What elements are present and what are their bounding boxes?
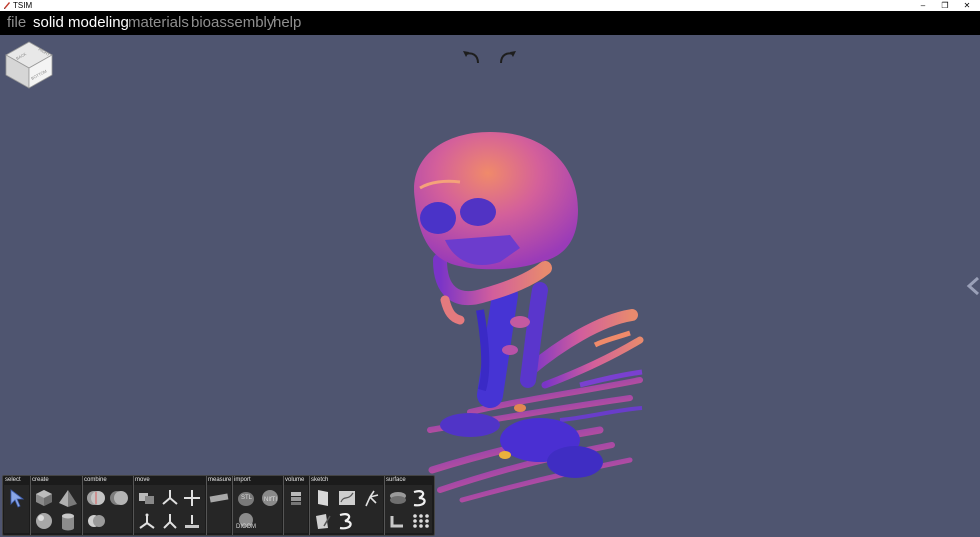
align-button[interactable] <box>181 510 203 532</box>
menu-bioassembly[interactable]: bioassembly <box>191 14 274 32</box>
dicom-label: DICOM <box>236 524 256 530</box>
scale-axes-icon <box>139 513 155 529</box>
skeleton-model <box>414 132 644 503</box>
tool-group-import: import STL NIfTI DICOM <box>232 476 284 535</box>
toolbox-panel: select create combine move measure impor… <box>2 475 435 536</box>
volume-button[interactable] <box>285 487 307 509</box>
menu-help[interactable]: help <box>273 14 301 32</box>
intersect-icon <box>110 491 128 505</box>
tool-group-create: create <box>30 476 83 535</box>
rotate-axes-icon <box>162 490 178 505</box>
group-label-volume: volume <box>285 477 305 483</box>
measure-button[interactable] <box>208 487 230 509</box>
select-tool-button[interactable] <box>6 487 28 509</box>
menu-file[interactable]: file <box>7 14 26 32</box>
volume-stack-icon <box>291 492 301 505</box>
move-objects-icon <box>139 493 154 504</box>
group-label-select: select <box>5 477 21 483</box>
undo-arrow-icon[interactable] <box>460 48 482 68</box>
create-pyramid-button[interactable] <box>57 487 79 509</box>
nifti-label: NIfTI <box>264 497 277 503</box>
loft-icon <box>390 492 406 504</box>
mirror-button[interactable] <box>159 510 181 532</box>
create-cylinder-button[interactable] <box>57 510 79 532</box>
tool-group-move: move <box>133 476 207 535</box>
translate-cross-icon <box>184 490 200 506</box>
move-free-button[interactable] <box>136 487 158 509</box>
tool-group-volume: volume <box>283 476 310 535</box>
pyramid-icon <box>59 490 77 507</box>
create-box-button[interactable] <box>33 487 55 509</box>
subtract-button[interactable] <box>85 510 107 532</box>
curve-icon <box>339 513 352 530</box>
cylinder-icon <box>62 513 74 531</box>
3d-viewport[interactable]: BACK RIGHT BOTTOM <box>0 35 980 537</box>
sphere-icon <box>36 513 52 529</box>
branch-icon <box>365 490 379 507</box>
tool-group-measure: measure <box>206 476 233 535</box>
import-stl-button[interactable]: STL <box>235 487 257 509</box>
sketch-map-button[interactable] <box>336 487 358 509</box>
surface-loft-button[interactable] <box>387 487 409 509</box>
import-nifti-button[interactable]: NIfTI <box>259 487 281 509</box>
tool-group-select: select <box>3 476 31 535</box>
group-label-create: create <box>32 477 49 483</box>
subtract-icon <box>88 515 105 527</box>
group-label-sketch: sketch <box>311 477 329 483</box>
sketch-plane-button[interactable] <box>312 487 334 509</box>
app-icon <box>4 2 10 9</box>
ruler-icon <box>209 493 229 503</box>
intersect-button[interactable] <box>108 487 130 509</box>
group-label-import: import <box>234 477 251 483</box>
sketch-branch-button[interactable] <box>360 487 382 509</box>
pencil-plane-icon <box>316 514 331 529</box>
cube-icon <box>36 490 52 506</box>
pointer-icon <box>10 489 25 508</box>
sketch-image-icon <box>339 491 355 505</box>
tool-group-surface: surface <box>384 476 433 535</box>
create-sphere-button[interactable] <box>33 510 55 532</box>
menu-solid-modeling[interactable]: solid modeling <box>33 14 129 32</box>
chevron-left-icon[interactable] <box>966 276 979 296</box>
stl-label: STL <box>241 495 253 501</box>
curve-icon <box>413 490 426 507</box>
minimize-button[interactable]: – <box>913 0 933 11</box>
surface-curve-button[interactable] <box>410 487 432 509</box>
redo-arrow-icon[interactable] <box>497 48 519 68</box>
sweep-icon <box>390 516 403 528</box>
surface-sweep-button[interactable] <box>387 510 409 532</box>
group-label-move: move <box>135 477 150 483</box>
volume-render[interactable]: BACK RIGHT BOTTOM <box>0 35 980 537</box>
window-title-bar: TSIM – ❐ ✕ <box>0 0 980 11</box>
point-grid-icon <box>413 514 429 528</box>
close-button[interactable]: ✕ <box>957 0 977 11</box>
tool-group-combine: combine <box>82 476 134 535</box>
group-label-surface: surface <box>386 477 406 483</box>
plane-icon <box>318 490 328 506</box>
menu-materials[interactable]: materials <box>128 14 189 32</box>
restore-button[interactable]: ❐ <box>935 0 955 11</box>
menu-bar: file solid modeling materials bioassembl… <box>0 11 980 35</box>
scale-button[interactable] <box>136 510 158 532</box>
sketch-curve-button[interactable] <box>336 510 358 532</box>
window-title: TSIM <box>13 1 33 10</box>
group-label-combine: combine <box>84 477 107 483</box>
align-icon <box>185 515 199 528</box>
union-icon <box>87 491 105 505</box>
tool-group-sketch: sketch <box>309 476 385 535</box>
sketch-draw-button[interactable] <box>312 510 334 532</box>
rotate-button[interactable] <box>159 487 181 509</box>
union-button[interactable] <box>85 487 107 509</box>
group-label-measure: measure <box>208 477 232 483</box>
surface-grid-button[interactable] <box>410 510 432 532</box>
mirror-axes-icon <box>163 514 177 529</box>
view-cube[interactable]: BACK RIGHT BOTTOM <box>5 41 53 89</box>
import-dicom-button[interactable]: DICOM <box>235 510 257 532</box>
translate-button[interactable] <box>181 487 203 509</box>
